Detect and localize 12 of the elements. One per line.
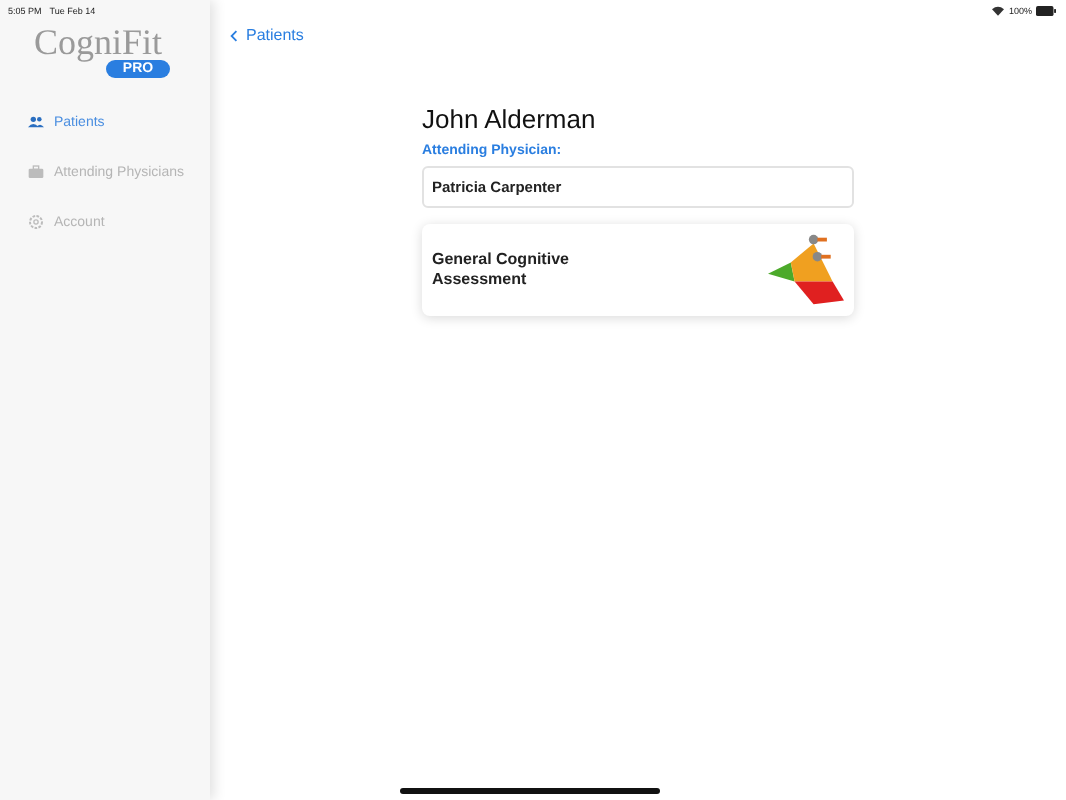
people-icon bbox=[28, 114, 44, 130]
battery-icon bbox=[1036, 6, 1056, 16]
back-link[interactable]: Patients bbox=[230, 26, 304, 44]
briefcase-icon bbox=[28, 164, 44, 180]
logo-text: CogniFit bbox=[33, 24, 163, 60]
patient-name: John Alderman bbox=[422, 104, 598, 134]
pyramid-icon bbox=[764, 232, 848, 308]
assessment-card[interactable]: General Cognitive Assessment bbox=[422, 224, 854, 316]
back-chevron-icon bbox=[230, 29, 238, 41]
gear-icon bbox=[28, 214, 44, 230]
wifi-icon bbox=[992, 6, 1005, 16]
assessment-title: General Cognitive Assessment bbox=[432, 250, 571, 290]
